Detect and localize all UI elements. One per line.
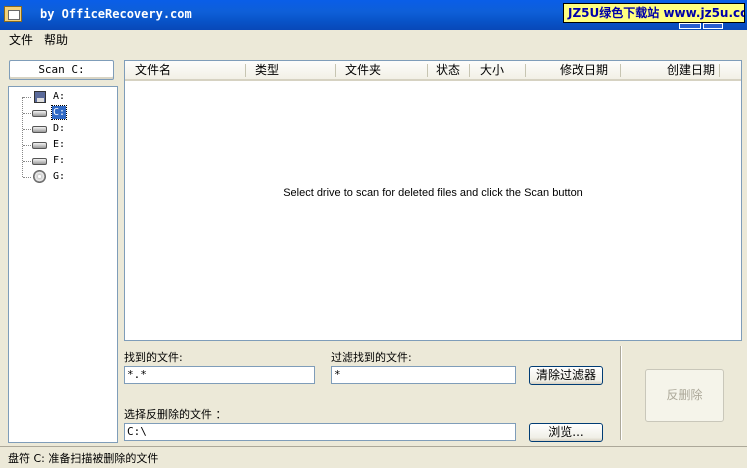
drive-label: C:	[50, 105, 68, 120]
undelete-button[interactable]: 反删除	[645, 369, 724, 422]
column-header-folder[interactable]: 文件夹	[345, 61, 381, 79]
status-text: 盘符 C: 准备扫描被删除的文件	[8, 452, 159, 465]
drive-label: A:	[53, 91, 66, 102]
app-icon[interactable]	[4, 6, 22, 22]
column-header-name[interactable]: 文件名	[135, 61, 171, 79]
cdrom-drive-icon	[32, 170, 48, 183]
minimize-button[interactable]	[679, 23, 701, 29]
drive-label: D:	[53, 123, 66, 134]
hard-drive-icon	[32, 155, 48, 167]
hard-drive-icon	[32, 107, 48, 119]
undelete-to-label: 选择反删除的文件 ：	[124, 408, 227, 421]
empty-list-message: Select drive to scan for deleted files a…	[283, 187, 583, 199]
found-files-label: 找到的文件:	[124, 351, 183, 364]
menu-help[interactable]: 帮助	[44, 31, 68, 48]
hard-drive-icon	[32, 139, 48, 151]
title-bar: by OfficeRecovery.com JZ5U绿色下载站 www.jz5u…	[0, 0, 747, 30]
menu-bar: 文件 帮助	[0, 30, 747, 48]
drive-label: E:	[53, 139, 66, 150]
hard-drive-icon	[32, 123, 48, 135]
drive-item-d[interactable]: D:	[23, 121, 103, 137]
drive-item-e[interactable]: E:	[23, 137, 103, 153]
vertical-divider	[620, 346, 622, 440]
column-header-type[interactable]: 类型	[255, 61, 279, 79]
file-list-header: 文件名 类型 文件夹 状态 大小 修改日期 创建日期	[125, 61, 741, 81]
drive-item-f[interactable]: F:	[23, 153, 103, 169]
column-header-created[interactable]: 创建日期	[667, 61, 715, 79]
browse-button[interactable]: 浏览...	[529, 423, 603, 442]
scan-button[interactable]: Scan C:	[9, 60, 114, 80]
floppy-drive-icon	[32, 91, 48, 103]
maximize-button[interactable]	[703, 23, 723, 29]
drive-item-c[interactable]: C:	[23, 105, 103, 121]
drive-item-a[interactable]: A:	[23, 89, 103, 105]
drive-tree[interactable]: A: C: D: E: F: G:	[8, 86, 118, 443]
filter-found-label: 过滤找到的文件:	[331, 351, 412, 364]
drive-label: G:	[53, 171, 66, 182]
drive-item-g[interactable]: G:	[23, 169, 103, 185]
window-title: by OfficeRecovery.com	[40, 7, 192, 21]
found-files-field[interactable]: *.*	[124, 366, 315, 384]
file-list[interactable]: 文件名 类型 文件夹 状态 大小 修改日期 创建日期 Select drive …	[124, 60, 742, 341]
undelete-path-field[interactable]: C:\	[124, 423, 516, 441]
column-header-modified[interactable]: 修改日期	[560, 61, 608, 79]
watermark-banner: JZ5U绿色下载站 www.jz5u.com	[563, 3, 745, 23]
column-header-status[interactable]: 状态	[436, 61, 460, 79]
filter-field[interactable]: *	[331, 366, 516, 384]
column-header-size[interactable]: 大小	[480, 61, 504, 79]
clear-filter-button[interactable]: 清除过滤器	[529, 366, 603, 385]
status-bar: 盘符 C: 准备扫描被删除的文件	[0, 446, 747, 468]
menu-file[interactable]: 文件	[9, 31, 33, 48]
drive-label: F:	[53, 155, 66, 166]
